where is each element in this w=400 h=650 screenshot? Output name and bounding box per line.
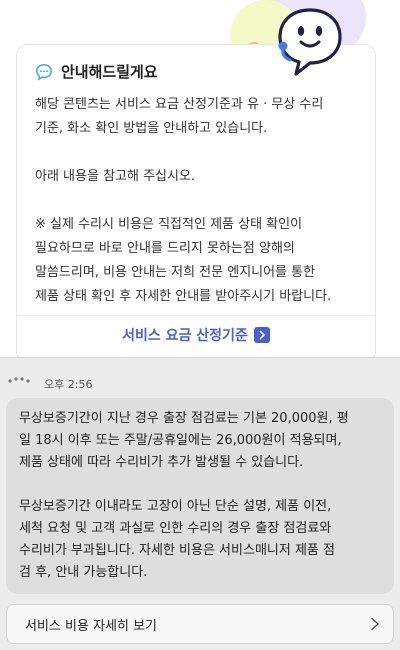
chevron-right-icon xyxy=(253,327,270,343)
chat-bubble-icon xyxy=(35,63,53,81)
bot-avatar-icon xyxy=(8,377,30,383)
service-cost-details-label: 서비스 비용 자세히 보기 xyxy=(25,618,157,634)
bot-content-area: 안내해드릴게요 해당 콘텐츠는 서비스 요금 산정기준과 유 · 무상 수리 기… xyxy=(0,0,400,357)
service-cost-details-button[interactable]: 서비스 비용 자세히 보기 xyxy=(6,604,394,644)
fee-criteria-link-label: 서비스 요금 산정기준 xyxy=(122,328,248,344)
chatbot-mascot-icon xyxy=(278,8,342,76)
divider xyxy=(0,357,400,358)
chevron-right-icon xyxy=(371,617,379,631)
divider xyxy=(17,315,375,316)
chat-message-bubble: 무상보증기간이 지난 경우 출장 점검료는 기본 20,000원, 평 일 18… xyxy=(6,398,394,594)
fee-criteria-link[interactable]: 서비스 요금 산정기준 xyxy=(17,325,375,345)
message-timestamp: 오후 2:56 xyxy=(44,378,93,391)
info-card-body: 해당 콘텐츠는 서비스 요금 산정기준과 유 · 무상 수리 기준, 화소 확인… xyxy=(35,97,332,304)
info-card-title: 안내해드릴게요 xyxy=(61,63,158,81)
info-card-header: 안내해드릴게요 xyxy=(35,61,158,82)
info-card: 안내해드릴게요 해당 콘텐츠는 서비스 요금 산정기준과 유 · 무상 수리 기… xyxy=(16,44,376,357)
